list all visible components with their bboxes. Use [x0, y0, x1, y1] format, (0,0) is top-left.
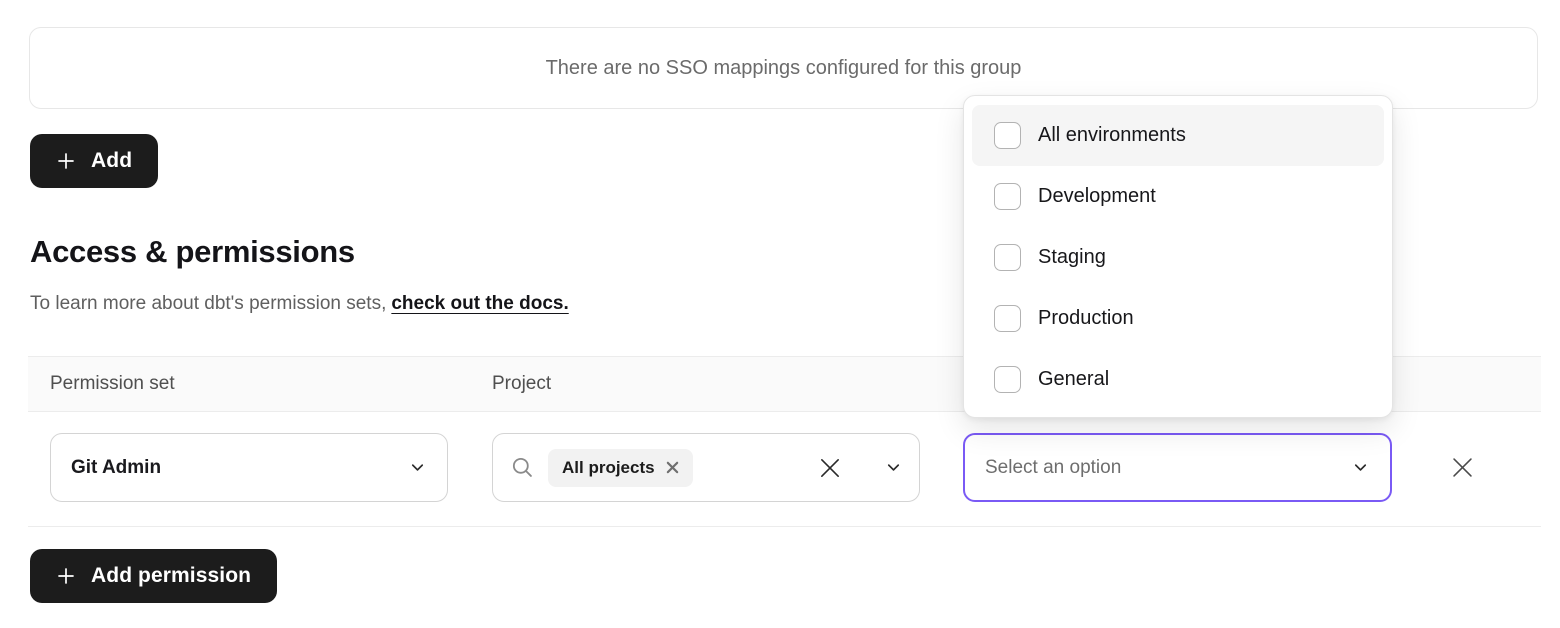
section-subtitle: To learn more about dbt's permission set…: [30, 293, 569, 315]
project-clear-button[interactable]: [816, 454, 844, 482]
option-label: Staging: [1038, 246, 1106, 269]
remove-permission-row-button[interactable]: [1446, 451, 1478, 483]
add-button-label: Add: [91, 149, 132, 173]
plus-icon: [56, 566, 76, 586]
subtitle-text: To learn more about dbt's permission set…: [30, 293, 386, 314]
add-permission-label: Add permission: [91, 564, 251, 588]
checkbox[interactable]: [994, 305, 1021, 332]
checkbox[interactable]: [994, 366, 1021, 393]
project-multiselect[interactable]: All projects: [492, 433, 920, 502]
sso-empty-message: There are no SSO mappings configured for…: [546, 57, 1022, 80]
environment-dropdown-menu: All environments Development Staging Pro…: [963, 95, 1393, 418]
dropdown-option-all-environments[interactable]: All environments: [972, 105, 1384, 166]
environment-select[interactable]: Select an option: [963, 433, 1392, 502]
environment-placeholder: Select an option: [985, 457, 1121, 479]
column-header-project: Project: [492, 373, 551, 395]
dropdown-option-development[interactable]: Development: [972, 166, 1384, 227]
permission-row: Git Admin All projects: [28, 412, 1541, 527]
add-sso-mapping-button[interactable]: Add: [30, 134, 158, 188]
chevron-down-icon: [884, 458, 903, 477]
chevron-down-icon: [1351, 458, 1370, 477]
search-icon: [509, 454, 536, 481]
project-chip-label: All projects: [562, 458, 655, 478]
dropdown-option-staging[interactable]: Staging: [972, 227, 1384, 288]
project-chip-all-projects[interactable]: All projects: [548, 449, 693, 487]
permission-set-select[interactable]: Git Admin: [50, 433, 448, 502]
add-permission-button[interactable]: Add permission: [30, 549, 277, 603]
dropdown-option-production[interactable]: Production: [972, 288, 1384, 349]
checkbox[interactable]: [994, 183, 1021, 210]
column-header-permission-set: Permission set: [50, 373, 175, 395]
checkbox[interactable]: [994, 122, 1021, 149]
permission-set-value: Git Admin: [71, 457, 161, 479]
option-label: All environments: [1038, 124, 1186, 147]
option-label: General: [1038, 368, 1109, 391]
option-label: Production: [1038, 307, 1134, 330]
plus-icon: [56, 151, 76, 171]
option-label: Development: [1038, 185, 1156, 208]
chip-remove-icon[interactable]: [666, 461, 679, 474]
chevron-down-icon: [408, 458, 427, 477]
page-title: Access & permissions: [30, 234, 355, 270]
dropdown-option-general[interactable]: General: [972, 349, 1384, 410]
checkbox[interactable]: [994, 244, 1021, 271]
group-settings-page: There are no SSO mappings configured for…: [0, 0, 1560, 628]
docs-link[interactable]: check out the docs.: [391, 293, 568, 314]
